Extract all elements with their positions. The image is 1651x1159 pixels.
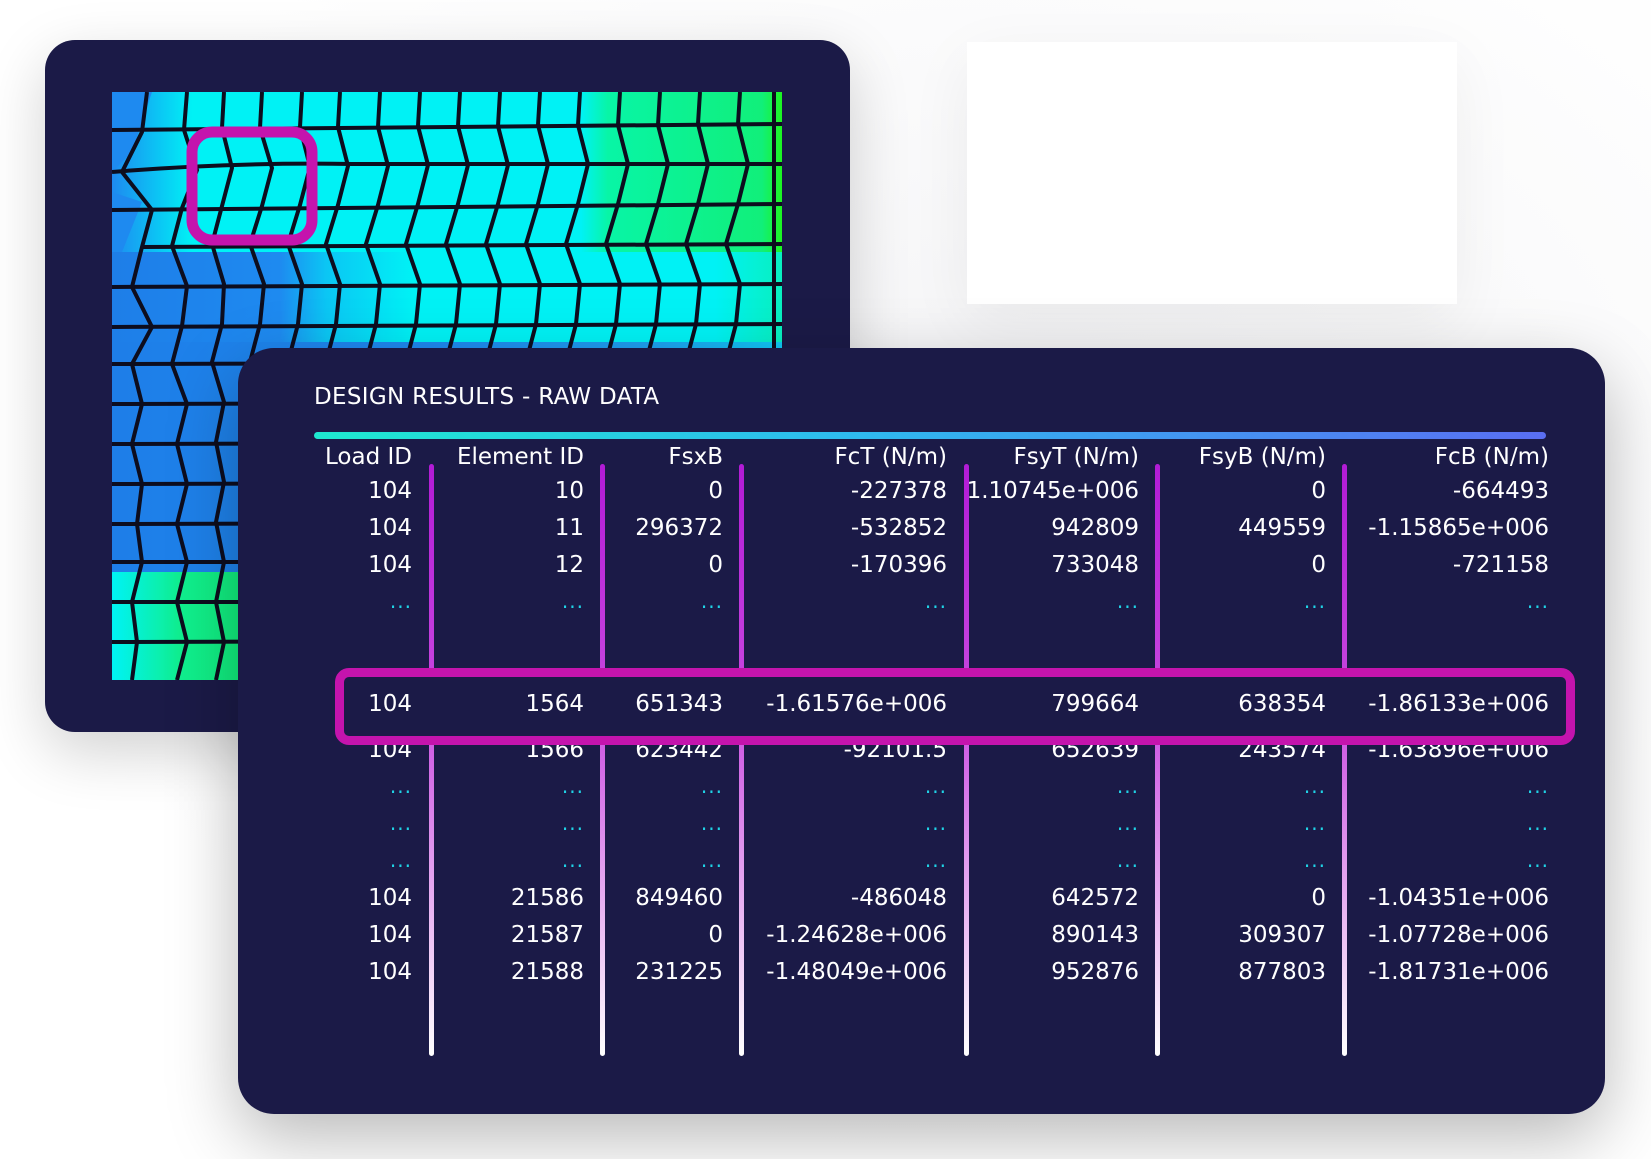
cell-fsxb: 296372 (635, 515, 723, 541)
ellipsis-element-id: ... (561, 848, 584, 872)
header-fsyt: FsyT (N/m) (1013, 444, 1140, 470)
ellipsis-fsxb: ... (700, 589, 723, 613)
ellipsis-fct: ... (924, 811, 947, 835)
ellipsis-fsyt: ... (1116, 774, 1139, 798)
ellipsis-load-id: ... (389, 589, 412, 613)
ellipsis-fsyb: ... (1303, 774, 1326, 798)
ellipsis-fcb: ... (1526, 848, 1549, 872)
ellipsis-fsxb: ... (700, 774, 723, 798)
cell-fct: -227378 (850, 478, 947, 504)
column-divider (964, 464, 969, 1056)
cell-load-id: 104 (368, 478, 412, 504)
ellipsis-fsxb: ... (700, 811, 723, 835)
ellipsis-load-id: ... (389, 848, 412, 872)
header-load-id: Load ID (325, 444, 412, 470)
cell-fsxb: 0 (708, 478, 723, 504)
blank-card (967, 42, 1457, 304)
column-divider (1342, 464, 1347, 1056)
cell-fcb: -664493 (1452, 478, 1549, 504)
cell-fsxb: 849460 (635, 885, 723, 911)
ellipsis-fcb: ... (1526, 589, 1549, 613)
column-divider (1155, 464, 1160, 1056)
cell-fsxb: 0 (708, 552, 723, 578)
ellipsis-fsyb: ... (1303, 848, 1326, 872)
cell-fcb: -1.04351e+006 (1368, 885, 1549, 911)
stage: DESIGN RESULTS - RAW DATA Load ID Element… (0, 0, 1651, 1159)
cell-fsyt: 733048 (1051, 552, 1139, 578)
cell-load-id: 104 (368, 922, 412, 948)
panel-title: DESIGN RESULTS - RAW DATA (314, 384, 660, 410)
cell-fsyb: 0 (1311, 885, 1326, 911)
ellipsis-load-id: ... (389, 774, 412, 798)
ellipsis-element-id: ... (561, 589, 584, 613)
ellipsis-fct: ... (924, 848, 947, 872)
cell-fsxb: 0 (708, 922, 723, 948)
cell-fct: -1.48049e+006 (766, 959, 947, 985)
cell-fsyt: 642572 (1051, 885, 1139, 911)
highlighted-row[interactable]: 104 1564 651343 -1.61576e+006 799664 638354 -1… (335, 668, 1575, 745)
column-divider (429, 464, 434, 1056)
cell-element-id: 21588 (510, 959, 584, 985)
cell-fcb: -721158 (1452, 552, 1549, 578)
header-fct: FcT (N/m) (834, 444, 947, 470)
cell-fsyt: 1.10745e+006 (966, 478, 1139, 504)
header-fsyb: FsyB (N/m) (1198, 444, 1326, 470)
ellipsis-fsyb: ... (1303, 811, 1326, 835)
column-divider (739, 464, 744, 1056)
cell-fsyb: 877803 (1238, 959, 1326, 985)
highlight-cell-fcb: -1.86133e+006 (1368, 691, 1549, 717)
ellipsis-fsyb: ... (1303, 589, 1326, 613)
ellipsis-fsyt: ... (1116, 848, 1139, 872)
cell-fcb: -1.81731e+006 (1368, 959, 1549, 985)
ellipsis-fct: ... (924, 774, 947, 798)
cell-element-id: 21587 (510, 922, 584, 948)
cell-fsyb: 449559 (1238, 515, 1326, 541)
cell-fct: -170396 (850, 552, 947, 578)
ellipsis-fsyt: ... (1116, 589, 1139, 613)
cell-fct: -1.24628e+006 (766, 922, 947, 948)
header-fsxb: FsxB (668, 444, 723, 470)
title-gradient-bar (314, 432, 1546, 439)
cell-load-id: 104 (368, 959, 412, 985)
cell-fsyb: 0 (1311, 478, 1326, 504)
ellipsis-fsyt: ... (1116, 811, 1139, 835)
header-fcb: FcB (N/m) (1434, 444, 1549, 470)
ellipsis-load-id: ... (389, 811, 412, 835)
ellipsis-element-id: ... (561, 811, 584, 835)
cell-fsxb: 231225 (635, 959, 723, 985)
cell-fsyt: 942809 (1051, 515, 1139, 541)
header-element-id: Element ID (456, 444, 584, 470)
cell-fct: -486048 (850, 885, 947, 911)
cell-fct: -532852 (850, 515, 947, 541)
ellipsis-fsxb: ... (700, 848, 723, 872)
cell-load-id: 104 (368, 552, 412, 578)
cell-load-id: 104 (368, 885, 412, 911)
cell-fcb: -1.15865e+006 (1368, 515, 1549, 541)
ellipsis-element-id: ... (561, 774, 584, 798)
cell-fcb: -1.07728e+006 (1368, 922, 1549, 948)
cell-element-id: 10 (554, 478, 584, 504)
cell-load-id: 104 (368, 515, 412, 541)
cell-element-id: 11 (554, 515, 584, 541)
column-divider (600, 464, 605, 1056)
cell-fsyb: 0 (1311, 552, 1326, 578)
cell-fsyt: 890143 (1051, 922, 1139, 948)
ellipsis-fct: ... (924, 589, 947, 613)
ellipsis-fcb: ... (1526, 774, 1549, 798)
cell-element-id: 12 (554, 552, 584, 578)
ellipsis-fcb: ... (1526, 811, 1549, 835)
cell-element-id: 21586 (510, 885, 584, 911)
cell-fsyb: 309307 (1238, 922, 1326, 948)
cell-fsyt: 952876 (1051, 959, 1139, 985)
